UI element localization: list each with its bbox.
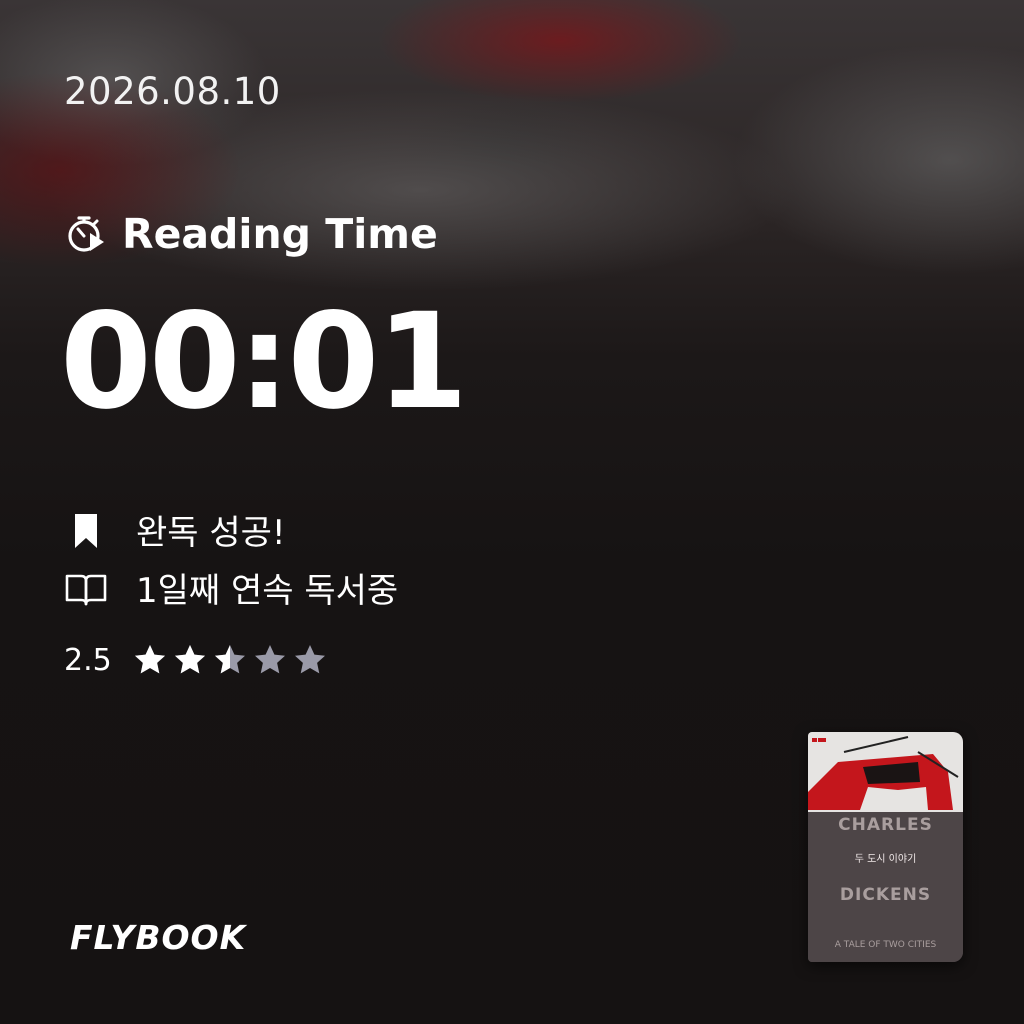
star-empty-icon <box>254 645 285 674</box>
stopwatch-play-icon <box>68 216 104 252</box>
star-half-icon <box>214 645 245 674</box>
book-english-title: A TALE OF TWO CITIES <box>834 940 937 950</box>
completion-text: 완독 성공! <box>136 513 286 553</box>
reading-time-value: 00:01 <box>60 285 468 439</box>
streak-text: 1일째 연속 독서중 <box>136 571 399 611</box>
completion-status: 완독 성공! <box>64 505 286 554</box>
reading-streak: 1일째 연속 독서중 <box>64 563 398 612</box>
book-korean-title: 두 도시 이야기 <box>854 854 917 865</box>
book-rating: 2.5 <box>64 642 328 678</box>
reading-date: 2026.08.10 <box>64 70 281 113</box>
flybook-logo: FLYBOOK <box>70 918 247 957</box>
star-empty-icon <box>294 645 325 674</box>
bookmark-icon <box>75 513 97 548</box>
open-book-icon <box>65 574 107 605</box>
book-author-line-1: CHARLES <box>838 815 933 835</box>
book-cover-art <box>808 732 963 962</box>
rating-stars <box>132 642 328 678</box>
star-filled-icon <box>134 645 165 674</box>
book-author-line-2: DICKENS <box>839 885 932 905</box>
book-cover-thumbnail[interactable] <box>808 732 963 962</box>
rating-value: 2.5 <box>64 642 112 678</box>
star-filled-icon <box>174 645 205 674</box>
reading-time-header: Reading Time <box>64 210 438 258</box>
reading-time-label: Reading Time <box>122 210 438 258</box>
